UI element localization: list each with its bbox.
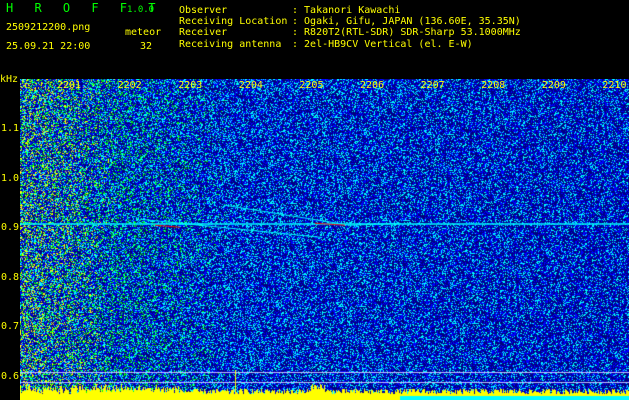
x-tick-label: 2201 xyxy=(57,80,82,91)
antenna-label: Receiving antenna xyxy=(179,39,282,50)
x-tick-label: 2207 xyxy=(420,80,445,91)
y-tick-label: 0.9 xyxy=(1,222,20,234)
y-tick-label: 1.0 xyxy=(1,172,20,184)
receiver-value: : R820T2(RTL-SDR) SDR-Sharp 53.1000MHz xyxy=(292,27,521,38)
y-tick-label: 0.8 xyxy=(1,271,20,283)
x-tick-label: 2203 xyxy=(178,80,203,91)
filename-label: 2509212200.png xyxy=(6,22,91,33)
y-tick-label: 0.7 xyxy=(1,321,20,333)
observer-label: Observer xyxy=(179,5,228,16)
location-value: : Ogaki, Gifu, JAPAN (136.60E, 35.35N) xyxy=(292,16,521,27)
location-label: Receiving Location xyxy=(179,16,288,27)
x-tick-label: 2202 xyxy=(117,80,142,91)
x-tick-label: 2208 xyxy=(481,80,506,91)
spectrogram-canvas xyxy=(20,79,629,400)
y-tick-label: 1.1 xyxy=(1,123,20,134)
datetime-label: 25.09.21 22:00 xyxy=(6,41,91,52)
app-version: 1.0.0 xyxy=(127,5,155,15)
receiver-label: Receiver xyxy=(179,27,228,38)
x-tick-label: 2209 xyxy=(541,80,566,91)
x-tick-label: 2206 xyxy=(360,80,385,91)
antenna-value: : 2el-HB9CV Vertical (el. E-W) xyxy=(292,39,473,50)
y-axis-unit: kHz xyxy=(0,74,19,85)
count-label: 32 xyxy=(140,41,153,52)
x-tick-label: 2210 xyxy=(602,80,627,91)
observer-value: : Takanori Kawachi xyxy=(292,5,401,16)
x-tick-label: 2205 xyxy=(299,80,324,91)
mode-label: meteor xyxy=(125,27,162,38)
x-tick-label: 2204 xyxy=(238,80,263,91)
y-tick-label: 0.6 xyxy=(1,371,20,382)
